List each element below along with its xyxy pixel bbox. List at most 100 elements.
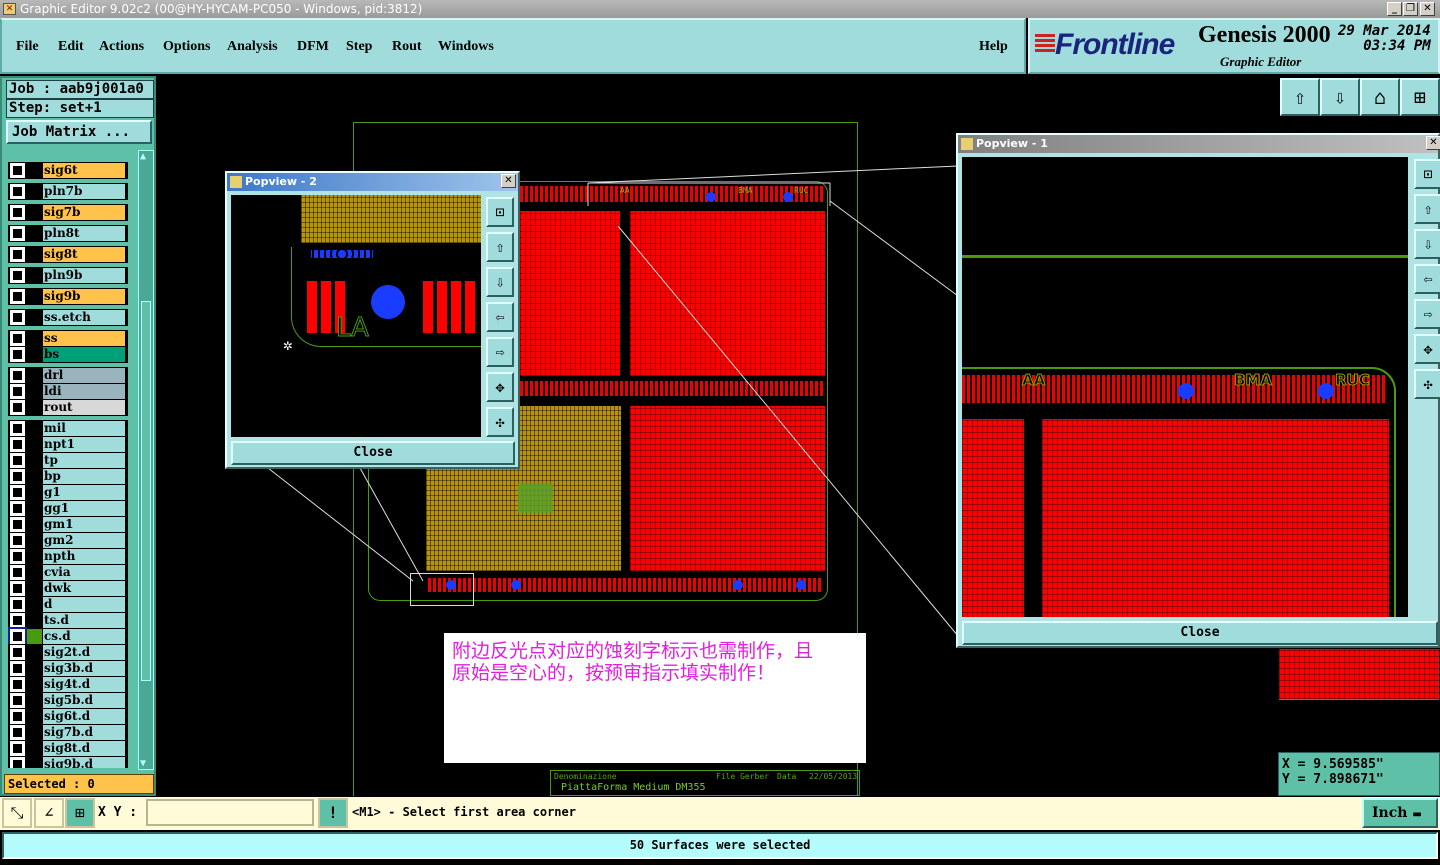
- layer-row-pln7b[interactable]: pln7b: [8, 183, 128, 200]
- close-window-button[interactable]: ✕: [1420, 2, 1435, 16]
- layer-name[interactable]: rout: [43, 400, 125, 415]
- layer-name[interactable]: ss.etch: [43, 310, 125, 325]
- layer-name[interactable]: sig6t: [43, 163, 125, 178]
- layer-name[interactable]: g1: [43, 485, 125, 500]
- layer-row-ss[interactable]: ss: [8, 330, 128, 347]
- popview-2-move-button[interactable]: ✣: [486, 407, 514, 437]
- layer-checkbox[interactable]: [10, 289, 25, 304]
- layer-checkbox[interactable]: [10, 469, 25, 484]
- alert-button[interactable]: !: [318, 798, 348, 828]
- popview-1-pan-right-button[interactable]: ⇨: [1414, 299, 1440, 329]
- popview-1-center-button[interactable]: ✥: [1414, 334, 1440, 364]
- layer-name[interactable]: pln9b: [43, 268, 125, 283]
- popview-2-canvas[interactable]: LA ✲: [231, 195, 481, 437]
- popview-2-center-button[interactable]: ✥: [486, 372, 514, 402]
- popview-2-pan-left-button[interactable]: ⇦: [486, 302, 514, 332]
- layer-row-pln8t[interactable]: pln8t: [8, 225, 128, 242]
- toolbar-window-button[interactable]: ⊞: [1400, 78, 1440, 116]
- layer-name[interactable]: tp: [43, 453, 125, 468]
- layer-checkbox[interactable]: [10, 453, 25, 468]
- layer-row-mil[interactable]: mil: [8, 420, 128, 437]
- layer-name[interactable]: gm1: [43, 517, 125, 532]
- layer-name[interactable]: pln7b: [43, 184, 125, 199]
- menu-analysis[interactable]: Analysis: [227, 39, 278, 55]
- layer-checkbox[interactable]: [8, 627, 27, 646]
- layer-checkbox[interactable]: [10, 247, 25, 262]
- menu-step[interactable]: Step: [346, 39, 372, 55]
- layer-row-tp[interactable]: tp: [8, 452, 128, 469]
- layer-checkbox[interactable]: [10, 485, 25, 500]
- layer-checkbox[interactable]: [10, 163, 25, 178]
- menu-file[interactable]: File: [16, 39, 39, 55]
- layer-checkbox[interactable]: [10, 693, 25, 708]
- layer-row-cvia[interactable]: cvia: [8, 564, 128, 581]
- layer-row-sig7b-d[interactable]: sig7b.d: [8, 724, 128, 741]
- layer-row-sig8t-d[interactable]: sig8t.d: [8, 740, 128, 757]
- layer-name[interactable]: bs: [43, 347, 125, 362]
- layer-row-sig6t-d[interactable]: sig6t.d: [8, 708, 128, 725]
- layer-row-g1[interactable]: g1: [8, 484, 128, 501]
- popview-1-close-button[interactable]: Close: [962, 621, 1438, 645]
- layer-name[interactable]: sig8t: [43, 247, 125, 262]
- layer-checkbox[interactable]: [10, 757, 25, 768]
- layer-row-gm2[interactable]: gm2: [8, 532, 128, 549]
- menu-edit[interactable]: Edit: [58, 39, 84, 55]
- layer-checkbox[interactable]: [10, 437, 25, 452]
- restore-button[interactable]: ❐: [1403, 2, 1418, 16]
- layer-checkbox[interactable]: [10, 205, 25, 220]
- layer-row-sig9b-d[interactable]: sig9b.d: [8, 756, 128, 768]
- layer-row-ldi[interactable]: ldi: [8, 383, 128, 400]
- layer-name[interactable]: pln8t: [43, 226, 125, 241]
- popview-2-pan-right-button[interactable]: ⇨: [486, 337, 514, 367]
- layer-checkbox[interactable]: [10, 645, 25, 660]
- layer-checkbox[interactable]: [10, 597, 25, 612]
- popview-1-fit-button[interactable]: ⊡: [1414, 159, 1440, 189]
- layer-row-gm1[interactable]: gm1: [8, 516, 128, 533]
- scroll-down-icon[interactable]: ▼: [140, 758, 146, 769]
- layer-checkbox[interactable]: [10, 368, 25, 383]
- layer-name[interactable]: sig5b.d: [43, 693, 125, 708]
- layer-checkbox[interactable]: [10, 517, 25, 532]
- layer-name[interactable]: sig2t.d: [43, 645, 125, 660]
- popview-2-close-button[interactable]: Close: [231, 441, 515, 465]
- minimize-button[interactable]: _: [1387, 2, 1402, 16]
- popview-1-canvas[interactable]: AA BMA RUC: [962, 157, 1408, 617]
- layer-name[interactable]: dwk: [43, 581, 125, 596]
- layer-name[interactable]: sig7b: [43, 205, 125, 220]
- menu-windows[interactable]: Windows: [438, 39, 494, 55]
- layer-name[interactable]: sig9b: [43, 289, 125, 304]
- layer-checkbox[interactable]: [10, 613, 25, 628]
- popview-2-zoom-in-button[interactable]: ⇧: [486, 232, 514, 262]
- layer-name[interactable]: gg1: [43, 501, 125, 516]
- toolbar-home-button[interactable]: ⌂: [1360, 78, 1400, 116]
- overview-map[interactable]: [1279, 649, 1439, 699]
- menu-help[interactable]: Help: [979, 39, 1008, 55]
- layer-checkbox[interactable]: [10, 331, 25, 346]
- layer-checkbox[interactable]: [10, 384, 25, 399]
- layer-row-cs-d[interactable]: cs.d: [8, 627, 128, 646]
- layer-row-gg1[interactable]: gg1: [8, 500, 128, 517]
- layer-checkbox[interactable]: [10, 581, 25, 596]
- layer-checkbox[interactable]: [10, 533, 25, 548]
- popview-1-zoom-in-button[interactable]: ⇧: [1414, 194, 1440, 224]
- snap-button[interactable]: ⊞: [65, 798, 95, 828]
- layer-row-sig3b-d[interactable]: sig3b.d: [8, 660, 128, 677]
- menu-dfm[interactable]: DFM: [297, 39, 329, 55]
- layer-name[interactable]: d: [43, 597, 125, 612]
- layer-name[interactable]: sig3b.d: [43, 661, 125, 676]
- menu-rout[interactable]: Rout: [392, 39, 422, 55]
- layer-checkbox[interactable]: [10, 661, 25, 676]
- layer-display-color[interactable]: [27, 629, 42, 644]
- layer-scrollbar[interactable]: ▲ ▼: [138, 150, 154, 770]
- menu-actions[interactable]: Actions: [99, 39, 144, 55]
- layer-name[interactable]: mil: [43, 421, 125, 436]
- layer-row-sig9b[interactable]: sig9b: [8, 288, 128, 305]
- layer-row-npt1[interactable]: npt1: [8, 436, 128, 453]
- layer-checkbox[interactable]: [10, 347, 25, 362]
- layer-row-sig2t-d[interactable]: sig2t.d: [8, 644, 128, 661]
- layer-checkbox[interactable]: [10, 226, 25, 241]
- layer-row-sig7b[interactable]: sig7b: [8, 204, 128, 221]
- layer-checkbox[interactable]: [10, 268, 25, 283]
- popview-2-zoom-out-button[interactable]: ⇩: [486, 267, 514, 297]
- layer-name[interactable]: gm2: [43, 533, 125, 548]
